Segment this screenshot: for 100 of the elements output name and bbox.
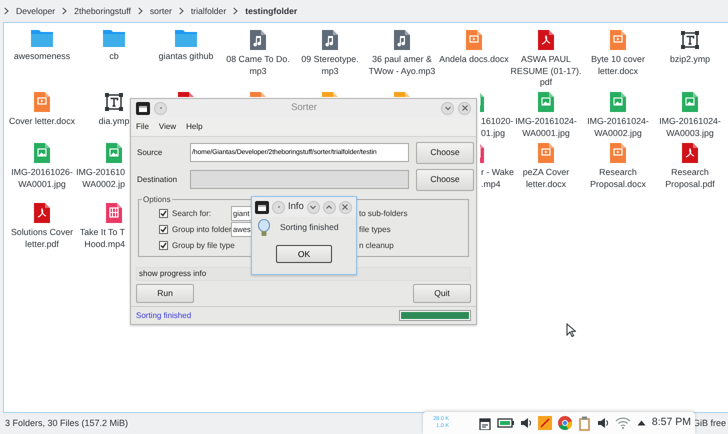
wifi-icon[interactable] [614,417,631,429]
presentation-file-icon [537,143,555,163]
pointer-icon [566,323,576,337]
image-file-icon [33,143,51,163]
checkbox[interactable] [159,241,168,250]
pdf-file-icon [537,30,555,50]
file-name[interactable]: 08 Came To Do. mp3 [226,54,290,77]
video-file-icon [105,203,123,223]
file-name[interactable]: giantas github [158,51,214,62]
image-file-icon [681,92,699,112]
breadcrumb-item[interactable]: testingfolder [243,4,300,18]
text-frame-icon [104,92,124,112]
chevron-icon [233,7,238,15]
checkbox[interactable] [159,209,168,218]
progress-info-link[interactable]: show progress info [139,268,206,280]
file-name[interactable]: IMG-20161024- WA0003.jpg [659,116,721,139]
file-name[interactable]: awesomeness [14,51,70,62]
file-name[interactable]: Research Proposal.docx [590,167,646,190]
breadcrumb-item[interactable]: Developer [14,4,58,18]
image-file-icon [105,143,123,163]
menu-item[interactable]: Help [186,120,203,133]
lightbulb-icon [258,219,270,237]
battery-icon[interactable] [496,418,514,428]
file-name[interactable]: Solutions Cover letter.pdf [10,227,74,250]
file-name[interactable]: 09 Stereotype. mp3 [301,54,359,77]
file-name[interactable]: peZA Cover letter.docx [522,167,570,190]
breadcrumb-item[interactable]: 2theboringstuff [72,4,133,18]
minimize-button[interactable] [306,200,320,214]
file-name[interactable]: ASWA PAUL RESUME (01-17). pdf [510,54,582,88]
file-name[interactable]: IMG-20161026- WA0001.jpg [11,167,73,190]
info-message: Sorting finished [280,221,339,234]
file-name[interactable]: Research Proposal.pdf [665,167,715,190]
run-button[interactable]: Run [136,284,194,304]
folder-icon [103,30,125,47]
music-file-icon [249,30,267,50]
file-name[interactable]: IMG-20161024- WA0001.jpg [515,116,577,139]
menu-item[interactable]: File [136,120,149,133]
choose-button[interactable]: Choose [416,142,474,164]
status-text: Sorting finished [136,310,192,322]
quit-button[interactable]: Quit [413,284,471,304]
file-name[interactable]: Andela docs.docx [439,54,509,66]
music-file-icon [321,30,339,50]
speaker-icon[interactable] [596,417,609,429]
checkbox-label: n cleanup [359,240,395,252]
notes-icon[interactable] [478,416,491,430]
window-title: Info [288,200,304,214]
chevron-icon [178,7,184,15]
file-name[interactable]: r - Wake .mp4 [481,167,514,190]
close-icon [460,104,468,112]
file-name[interactable]: cb [109,51,119,62]
image-file-icon [609,92,627,112]
note-icon[interactable] [538,416,552,430]
field-label: Destination [137,174,178,186]
app-icon [136,102,150,115]
presentation-file-icon [609,30,627,50]
file-name[interactable]: IMG-201610 WA0002.jp [76,167,125,190]
clock-time[interactable]: 8:57 PM [652,415,691,431]
field-label: Source [137,146,164,159]
minimize-button[interactable] [441,102,454,115]
file-name[interactable]: dia.ymp [98,116,130,128]
browser-icon[interactable] [558,416,572,430]
window-title: Sorter [291,101,317,116]
presentation-file-icon [465,30,483,50]
chevron-icon [62,7,68,15]
presentation-file-icon [33,92,51,112]
file-name[interactable]: Cover letter.docx [8,116,75,128]
maximize-button[interactable] [322,200,336,214]
text-frame-icon [680,30,700,50]
pdf-file-icon [681,143,699,163]
file-name[interactable]: Take It To T Hood.mp4 [80,227,125,250]
close-button[interactable] [338,200,352,214]
chevron-icon [138,7,143,15]
checkbox-label: Group into folder [172,224,231,236]
app-icon [255,200,269,214]
status-summary: 3 Folders, 30 Files (157.2 MiB) [5,416,128,430]
clipboard-icon[interactable] [578,416,591,430]
file-name[interactable]: bzip2.ymp [670,54,710,66]
breadcrumb-item[interactable]: sorter [148,4,174,18]
file-name[interactable]: Byte 10 cover letter.docx [591,54,645,77]
chevron-icon [4,7,9,15]
expand-arrow-icon[interactable] [636,420,646,426]
file-name[interactable]: 161020- 01.jpg [481,116,514,139]
checkbox[interactable] [159,225,168,234]
file-name[interactable]: 36 paul amer & TWow - Ayo.mp3 [368,54,436,77]
music-file-icon [393,30,411,50]
speaker-icon[interactable] [520,417,532,429]
checkbox-label: to sub-folders [359,208,408,220]
folder-icon [175,30,197,47]
breadcrumb-item[interactable]: trialfolder [188,4,228,18]
checkbox-label: file types [359,224,392,236]
group-title: Options [142,194,172,206]
presentation-file-icon [609,143,627,163]
menu-item[interactable]: View [158,120,176,133]
image-file-icon [537,92,555,112]
checkbox-label: Search for: [172,208,212,220]
file-name[interactable]: IMG-20161024- WA0002.jpg [587,116,649,139]
ok-button[interactable]: OK [276,245,332,263]
close-icon [341,203,350,211]
close-button[interactable] [458,102,471,115]
pdf-file-icon [33,203,51,223]
